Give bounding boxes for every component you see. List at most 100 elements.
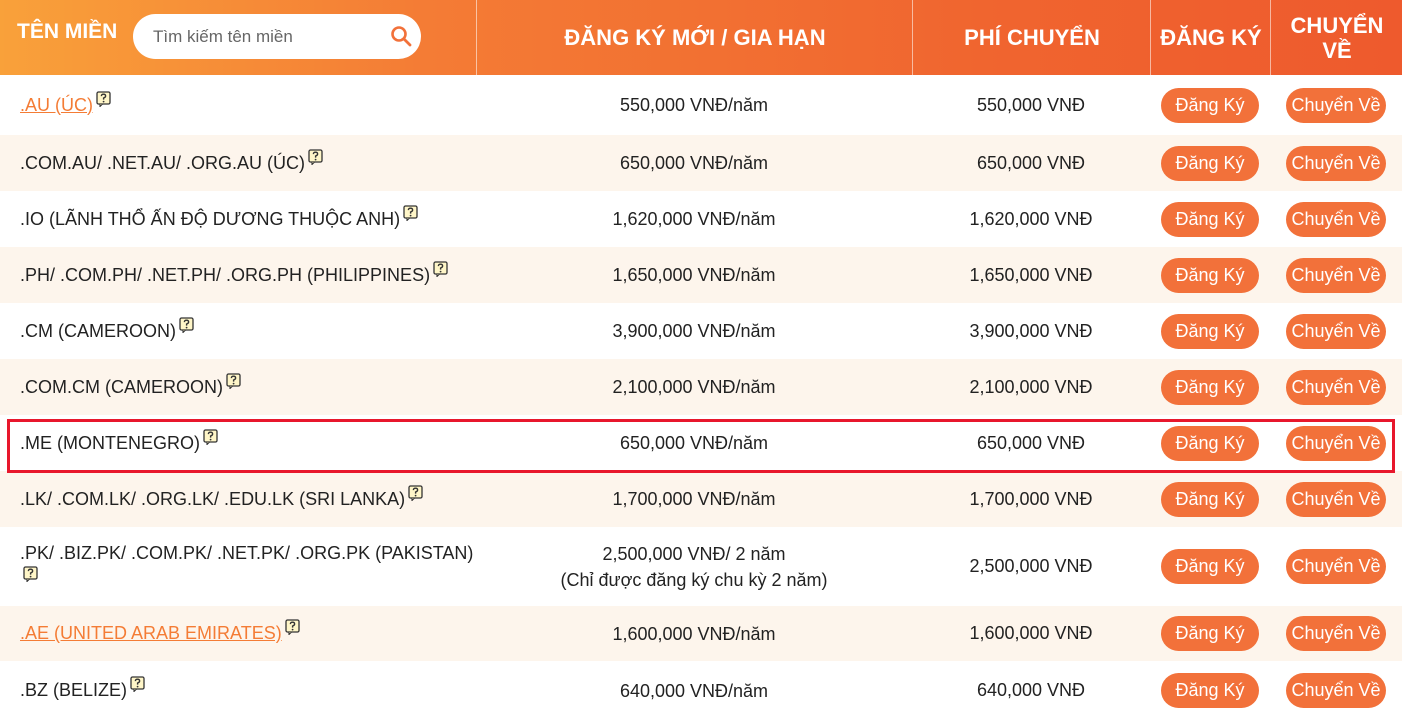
register-button[interactable]: Đăng Ký xyxy=(1161,257,1259,293)
fee-cell: 650,000 VNĐ xyxy=(912,135,1150,191)
transfer-button[interactable]: Chuyển Về xyxy=(1286,145,1386,181)
domain-name-cell: .ME (MONTENEGRO) xyxy=(20,415,480,471)
fee-cell: 1,700,000 VNĐ xyxy=(912,471,1150,527)
price-value: 1,700,000 VNĐ/năm xyxy=(612,489,776,509)
help-icon[interactable] xyxy=(203,428,218,445)
table-row: .COM.AU/ .NET.AU/ .ORG.AU (ÚC) 650,000 V… xyxy=(0,135,1402,191)
transfer-cell: Chuyển Về xyxy=(1270,606,1402,661)
domain-name-cell: .BZ (BELIZE) xyxy=(20,661,480,720)
transfer-button[interactable]: Chuyển Về xyxy=(1286,549,1386,584)
price-cell: 1,620,000 VNĐ/năm xyxy=(476,191,912,247)
fee-value: 550,000 VNĐ xyxy=(976,94,1086,115)
register-cell: Đăng Ký xyxy=(1150,606,1270,661)
fee-value: 3,900,000 VNĐ xyxy=(969,320,1093,341)
domain-name-cell: .AU (ÚC) xyxy=(20,75,480,135)
price-column-header: ĐĂNG KÝ MỚI / GIA HẠN xyxy=(476,0,913,75)
register-button[interactable]: Đăng Ký xyxy=(1161,313,1259,349)
domain-name[interactable]: .AU (ÚC) xyxy=(20,95,93,115)
fee-cell: 2,100,000 VNĐ xyxy=(912,359,1150,415)
transfer-button[interactable]: Chuyển Về xyxy=(1286,201,1386,237)
fee-value: 1,600,000 VNĐ xyxy=(969,623,1093,643)
table-row: .COM.CM (CAMEROON) 2,100,000 VNĐ/năm 2,10… xyxy=(0,359,1402,415)
fee-value: 1,620,000 VNĐ xyxy=(969,208,1093,229)
fee-column-header: PHÍ CHUYỂN xyxy=(912,0,1151,75)
register-cell: Đăng Ký xyxy=(1150,471,1270,527)
register-button[interactable]: Đăng Ký xyxy=(1161,369,1259,405)
price-value: 640,000 VNĐ/năm xyxy=(619,680,769,701)
domain-name: .COM.CM (CAMEROON) xyxy=(20,376,223,397)
help-icon[interactable] xyxy=(433,260,448,277)
domain-name: .ME (MONTENEGRO) xyxy=(20,432,200,453)
register-cell: Đăng Ký xyxy=(1150,661,1270,720)
domain-search-input[interactable] xyxy=(151,25,385,48)
register-button[interactable]: Đăng Ký xyxy=(1161,616,1259,651)
transfer-cell: Chuyển Về xyxy=(1270,75,1402,135)
transfer-cell: Chuyển Về xyxy=(1270,527,1402,606)
help-icon[interactable] xyxy=(130,676,145,692)
price-value: 550,000 VNĐ/năm xyxy=(619,95,769,115)
register-button[interactable]: Đăng Ký xyxy=(1161,87,1259,123)
table-row: .IO (LÃNH THỔ ẤN ĐỘ DƯƠNG THUỘC ANH) 1,6… xyxy=(0,191,1402,247)
table-header: TÊN MIỀN ĐĂNG KÝ MỚI / GIA HẠN PHÍ CHUYỂ… xyxy=(0,0,1402,75)
domain-name: .COM.AU/ .NET.AU/ .ORG.AU (ÚC) xyxy=(20,152,306,173)
domain-name-cell: .CM (CAMEROON) xyxy=(20,303,480,359)
transfer-button[interactable]: Chuyển Về xyxy=(1286,313,1386,349)
transfer-cell: Chuyển Về xyxy=(1270,135,1402,191)
transfer-button[interactable]: Chuyển Về xyxy=(1286,257,1386,293)
transfer-button[interactable]: Chuyển Về xyxy=(1286,425,1386,461)
fee-value: 1,650,000 VNĐ xyxy=(969,264,1093,285)
price-cell: 640,000 VNĐ/năm xyxy=(476,661,912,720)
fee-cell: 2,500,000 VNĐ xyxy=(912,527,1150,606)
price-value: 650,000 VNĐ/năm xyxy=(619,153,769,173)
price-value: 1,600,000 VNĐ/năm xyxy=(612,623,776,644)
register-button[interactable]: Đăng Ký xyxy=(1161,201,1259,237)
register-button[interactable]: Đăng Ký xyxy=(1161,549,1259,584)
register-column-header: ĐĂNG KÝ xyxy=(1150,0,1271,75)
domain-name-cell: .IO (LÃNH THỔ ẤN ĐỘ DƯƠNG THUỘC ANH) xyxy=(20,191,480,247)
help-icon[interactable] xyxy=(408,484,423,501)
domain-name-cell: .PH/ .COM.PH/ .NET.PH/ .ORG.PH (PHILIPPI… xyxy=(20,247,480,303)
fee-value: 2,500,000 VNĐ xyxy=(969,556,1093,576)
price-cell: 650,000 VNĐ/năm xyxy=(476,415,912,471)
help-icon[interactable] xyxy=(96,90,111,107)
help-icon[interactable] xyxy=(285,619,300,635)
register-button[interactable]: Đăng Ký xyxy=(1161,481,1259,517)
transfer-cell: Chuyển Về xyxy=(1270,191,1402,247)
transfer-button[interactable]: Chuyển Về xyxy=(1286,616,1386,651)
search-icon[interactable] xyxy=(389,24,413,48)
fee-cell: 650,000 VNĐ xyxy=(912,415,1150,471)
domain-name: .CM (CAMEROON) xyxy=(20,320,176,341)
price-cell: 2,100,000 VNĐ/năm xyxy=(476,359,912,415)
price-cell: 1,650,000 VNĐ/năm xyxy=(476,247,912,303)
help-icon[interactable] xyxy=(226,372,241,389)
price-value: 2,500,000 VNĐ/ 2 năm xyxy=(602,543,786,564)
transfer-column-header: CHUYỂN VỀ xyxy=(1270,0,1402,75)
register-cell: Đăng Ký xyxy=(1150,303,1270,359)
transfer-button[interactable]: Chuyển Về xyxy=(1286,673,1386,708)
table-row: .AU (ÚC) 550,000 VNĐ/năm 550,000 VNĐ Đăng… xyxy=(0,75,1402,135)
register-cell: Đăng Ký xyxy=(1150,135,1270,191)
table-row: .AE (UNITED ARAB EMIRATES) 1,600,000 VNĐ… xyxy=(0,606,1402,661)
table-row: .CM (CAMEROON) 3,900,000 VNĐ/năm 3,900,00… xyxy=(0,303,1402,359)
register-cell: Đăng Ký xyxy=(1150,247,1270,303)
help-icon[interactable] xyxy=(23,565,38,582)
transfer-button[interactable]: Chuyển Về xyxy=(1286,369,1386,405)
transfer-header-line2: VỀ xyxy=(1322,37,1352,63)
register-cell: Đăng Ký xyxy=(1150,415,1270,471)
domain-search-box[interactable] xyxy=(133,14,421,59)
help-icon[interactable] xyxy=(308,148,323,165)
fee-cell: 3,900,000 VNĐ xyxy=(912,303,1150,359)
price-value: 1,650,000 VNĐ/năm xyxy=(612,265,776,285)
transfer-button[interactable]: Chuyển Về xyxy=(1286,87,1386,123)
register-button[interactable]: Đăng Ký xyxy=(1161,673,1259,708)
register-button[interactable]: Đăng Ký xyxy=(1161,425,1259,461)
table-row: .ME (MONTENEGRO) 650,000 VNĐ/năm 650,000 … xyxy=(0,415,1402,471)
fee-value: 2,100,000 VNĐ xyxy=(969,376,1093,397)
domain-name[interactable]: .AE (UNITED ARAB EMIRATES) xyxy=(20,623,282,643)
help-icon[interactable] xyxy=(403,204,418,221)
register-button[interactable]: Đăng Ký xyxy=(1161,145,1259,181)
transfer-cell: Chuyển Về xyxy=(1270,415,1402,471)
help-icon[interactable] xyxy=(179,316,194,333)
transfer-cell: Chuyển Về xyxy=(1270,359,1402,415)
transfer-button[interactable]: Chuyển Về xyxy=(1286,481,1386,517)
